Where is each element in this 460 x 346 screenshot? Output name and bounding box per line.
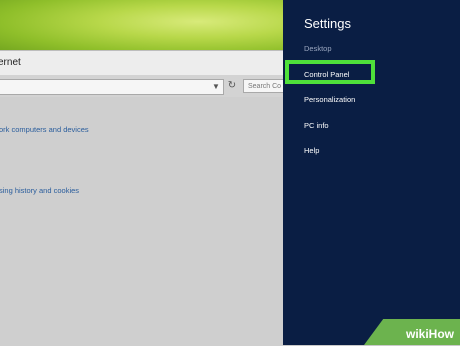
charm-item-pc-info[interactable]: PC info (304, 121, 329, 130)
watermark-logo: wikiHow (405, 327, 454, 341)
search-input[interactable]: Search Co (243, 79, 283, 93)
chevron-down-icon[interactable]: ▼ (212, 82, 220, 91)
title-bar: ernet (0, 51, 283, 75)
desktop-wallpaper (0, 0, 283, 54)
page-content: ork computers and devices sing history a… (0, 97, 283, 346)
settings-charm-panel: Settings Desktop Control Panel Personali… (283, 0, 460, 345)
browsing-history-link[interactable]: sing history and cookies (0, 186, 79, 195)
network-link[interactable]: ork computers and devices (0, 125, 89, 134)
charm-item-help[interactable]: Help (304, 146, 319, 155)
browser-window: ernet ▼ ↻ Search Co ork computers and de… (0, 50, 283, 346)
charm-item-personalization[interactable]: Personalization (304, 95, 355, 104)
charm-item-control-panel[interactable]: Control Panel (304, 70, 349, 79)
address-bar[interactable] (0, 79, 224, 95)
charm-item-desktop[interactable]: Desktop (304, 44, 332, 53)
charm-title: Settings (304, 16, 351, 31)
refresh-icon[interactable]: ↻ (226, 79, 238, 93)
window-title: ernet (0, 57, 21, 68)
